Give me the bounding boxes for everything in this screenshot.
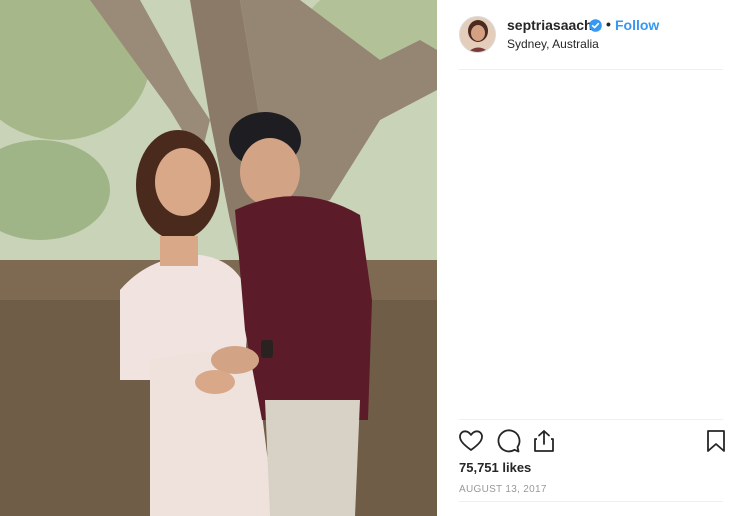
avatar-image	[460, 17, 495, 52]
post-header: septriasaacha • Follow Sydney, Australia	[437, 0, 745, 70]
post-date[interactable]: AUGUST 13, 2017	[459, 484, 547, 495]
header-divider	[459, 69, 723, 70]
username[interactable]: septriasaacha	[507, 17, 600, 33]
comments-divider	[459, 419, 723, 420]
footer-divider	[459, 501, 723, 502]
bookmark-icon[interactable]	[703, 428, 729, 454]
separator-dot: •	[606, 16, 611, 32]
post-photo[interactable]	[0, 0, 437, 516]
share-icon[interactable]	[531, 428, 557, 454]
avatar[interactable]	[459, 16, 496, 53]
post-sidebar: septriasaacha • Follow Sydney, Australia	[437, 0, 745, 516]
follow-button[interactable]: Follow	[615, 17, 659, 33]
verified-badge-icon	[589, 19, 602, 32]
heart-icon[interactable]	[458, 428, 484, 454]
comment-icon[interactable]	[495, 428, 521, 454]
likes-count[interactable]: 75,751 likes	[459, 460, 531, 475]
photo-illustration	[0, 0, 437, 516]
location-link[interactable]: Sydney, Australia	[507, 37, 599, 51]
